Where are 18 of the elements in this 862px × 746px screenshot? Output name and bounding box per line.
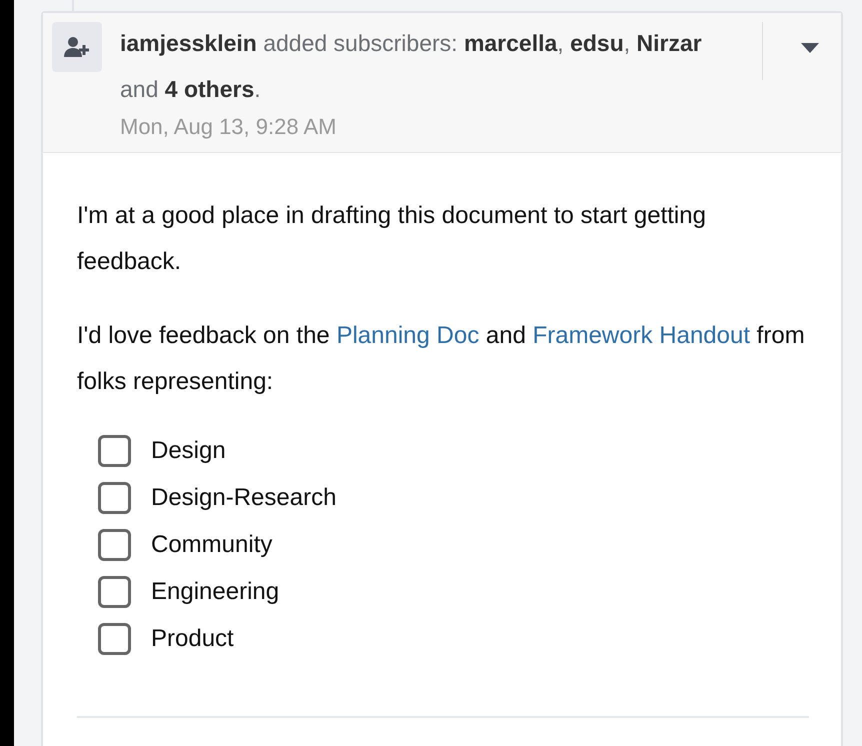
checkbox-label: Product [151,624,234,654]
paragraph: I'm at a good place in drafting this document to start getting feedback. [77,201,707,277]
dropdown-caret-icon[interactable] [801,42,819,53]
checkbox-label: Design [151,436,226,466]
checkbox[interactable] [98,528,131,560]
add-user-icon [52,22,102,72]
checkbox-label: Design-Research [151,482,336,512]
checkbox[interactable] [98,434,131,466]
checkbox[interactable] [98,576,131,608]
document-link[interactable]: Planning Doc [336,322,480,349]
checkbox[interactable] [98,622,131,654]
timestamp: Mon, Aug 13, 9:28 AM [120,113,336,141]
checkbox-label: Engineering [151,576,280,606]
checkbox[interactable] [98,482,131,514]
document-link[interactable]: Framework Handout [532,322,750,349]
paragraph: I'd love feedback on the Planning Doc and Framework Handout from folks representing: [77,321,806,397]
event-summary: iamjessklein added subscribers: marcella, edsu, Nirzar and 4 others. [120,29,703,104]
checkbox-label: Community [151,530,272,560]
